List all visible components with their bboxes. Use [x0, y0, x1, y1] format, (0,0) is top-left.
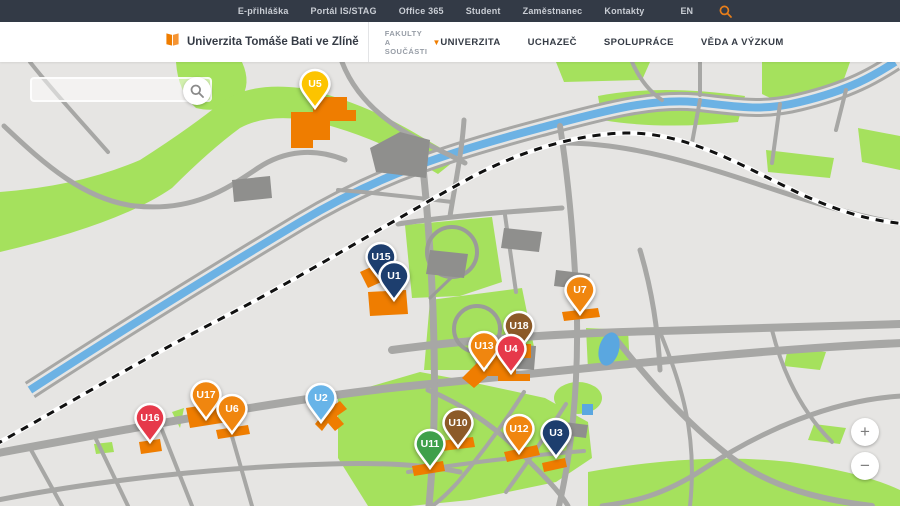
header-divider	[368, 22, 369, 62]
topbar-link-office-365[interactable]: Office 365	[399, 6, 444, 16]
pin-icon	[377, 260, 411, 302]
faculties-dropdown[interactable]: FAKULTY A SOUČÁSTI ▼	[385, 29, 441, 56]
zoom-out-button[interactable]: −	[851, 452, 879, 480]
pin-icon	[304, 382, 338, 424]
search-icon[interactable]	[719, 5, 732, 18]
nav-item-univerzita[interactable]: UNIVERZITA	[440, 37, 500, 48]
map-marker-u11[interactable]: U11	[413, 428, 447, 470]
brand[interactable]: Univerzita Tomáše Bati ve Zlíně	[165, 32, 359, 52]
campus-map[interactable]: U5U15U1U7U18U13U4U17U2U6U16U10U12U3U11 +…	[0, 62, 900, 506]
pin-icon	[494, 333, 528, 375]
map-search-input[interactable]	[32, 79, 172, 100]
magnifier-icon	[190, 84, 204, 98]
pin-icon	[298, 68, 332, 110]
topbar-link-zam-stnanec[interactable]: Zaměstnanec	[523, 6, 583, 16]
map-search-box	[30, 77, 212, 102]
topbar-link-port-l-is-stag[interactable]: Portál IS/STAG	[311, 6, 377, 16]
map-marker-u4[interactable]: U4	[494, 333, 528, 375]
main-nav: UNIVERZITA UCHAZEČ SPOLUPRÁCE VĚDA A VÝZKUM	[440, 37, 900, 48]
map-marker-u7[interactable]: U7	[563, 274, 597, 316]
pin-icon	[502, 413, 536, 455]
map-marker-u2[interactable]: U2	[304, 382, 338, 424]
pin-icon	[413, 428, 447, 470]
nav-item-v-da-a-v-zkum[interactable]: VĚDA A VÝZKUM	[701, 37, 784, 48]
topbar-link-kontakty[interactable]: Kontakty	[604, 6, 644, 16]
topbar-link-student[interactable]: Student	[466, 6, 501, 16]
map-marker-u6[interactable]: U6	[215, 393, 249, 435]
language-switcher[interactable]: EN	[680, 6, 693, 16]
map-marker-u16[interactable]: U16	[133, 402, 167, 444]
nav-item-uchaze-[interactable]: UCHAZEČ	[528, 37, 577, 48]
topbar-links: E-přihláška Portál IS/STAG Office 365 Stude…	[238, 6, 645, 16]
pin-icon	[563, 274, 597, 316]
pin-icon	[133, 402, 167, 444]
university-logo-icon	[165, 32, 180, 52]
brand-name: Univerzita Tomáše Bati ve Zlíně	[187, 36, 359, 48]
chevron-down-icon: ▼	[432, 38, 440, 47]
map-marker-u3[interactable]: U3	[539, 417, 573, 459]
map-marker-u5[interactable]: U5	[298, 68, 332, 110]
map-marker-u1[interactable]: U1	[377, 260, 411, 302]
header: Univerzita Tomáše Bati ve Zlíně FAKULTY …	[0, 22, 900, 62]
map-search-button[interactable]	[183, 77, 211, 105]
page: E-přihláška Portál IS/STAG Office 365 Stude…	[0, 0, 900, 506]
map-marker-u12[interactable]: U12	[502, 413, 536, 455]
pin-icon	[539, 417, 573, 459]
topbar-link-e-p-ihl-ka[interactable]: E-přihláška	[238, 6, 289, 16]
nav-item-spolupr-ce[interactable]: SPOLUPRÁCE	[604, 37, 674, 48]
zoom-in-button[interactable]: +	[851, 418, 879, 446]
topbar: E-přihláška Portál IS/STAG Office 365 Stude…	[0, 0, 900, 22]
pin-icon	[215, 393, 249, 435]
